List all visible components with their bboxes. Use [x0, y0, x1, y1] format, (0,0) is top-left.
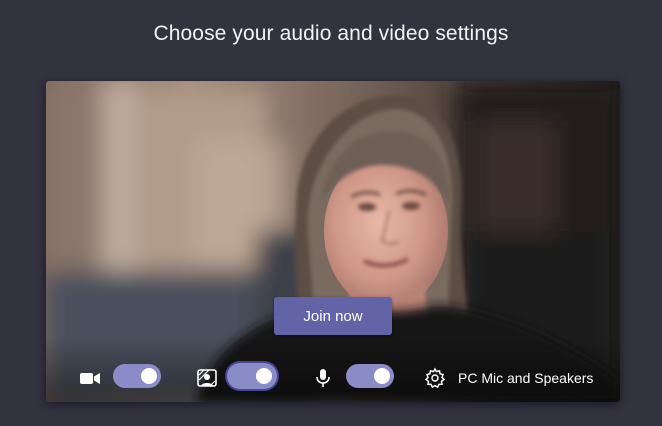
toggle-knob: [374, 368, 390, 384]
gear-icon[interactable]: [424, 367, 446, 389]
video-feed: [46, 81, 620, 402]
video-camera-icon: [79, 367, 101, 389]
pre-join-screen: Choose your audio and video settings Joi…: [0, 0, 662, 426]
background-blur-icon: [196, 367, 218, 389]
page-title: Choose your audio and video settings: [153, 22, 509, 45]
camera-toggle[interactable]: [113, 364, 161, 388]
audio-device-label[interactable]: PC Mic and Speakers: [458, 370, 593, 386]
toggle-knob: [256, 368, 272, 384]
join-now-button[interactable]: Join now: [274, 297, 392, 335]
toggle-knob: [141, 368, 157, 384]
microphone-toggle[interactable]: [346, 364, 394, 388]
background-effects-toggle[interactable]: [227, 363, 277, 389]
camera-preview: Join now PC Mic and Speakers: [46, 81, 620, 402]
device-controls-bar: PC Mic and Speakers: [46, 355, 620, 402]
microphone-icon: [312, 367, 334, 389]
